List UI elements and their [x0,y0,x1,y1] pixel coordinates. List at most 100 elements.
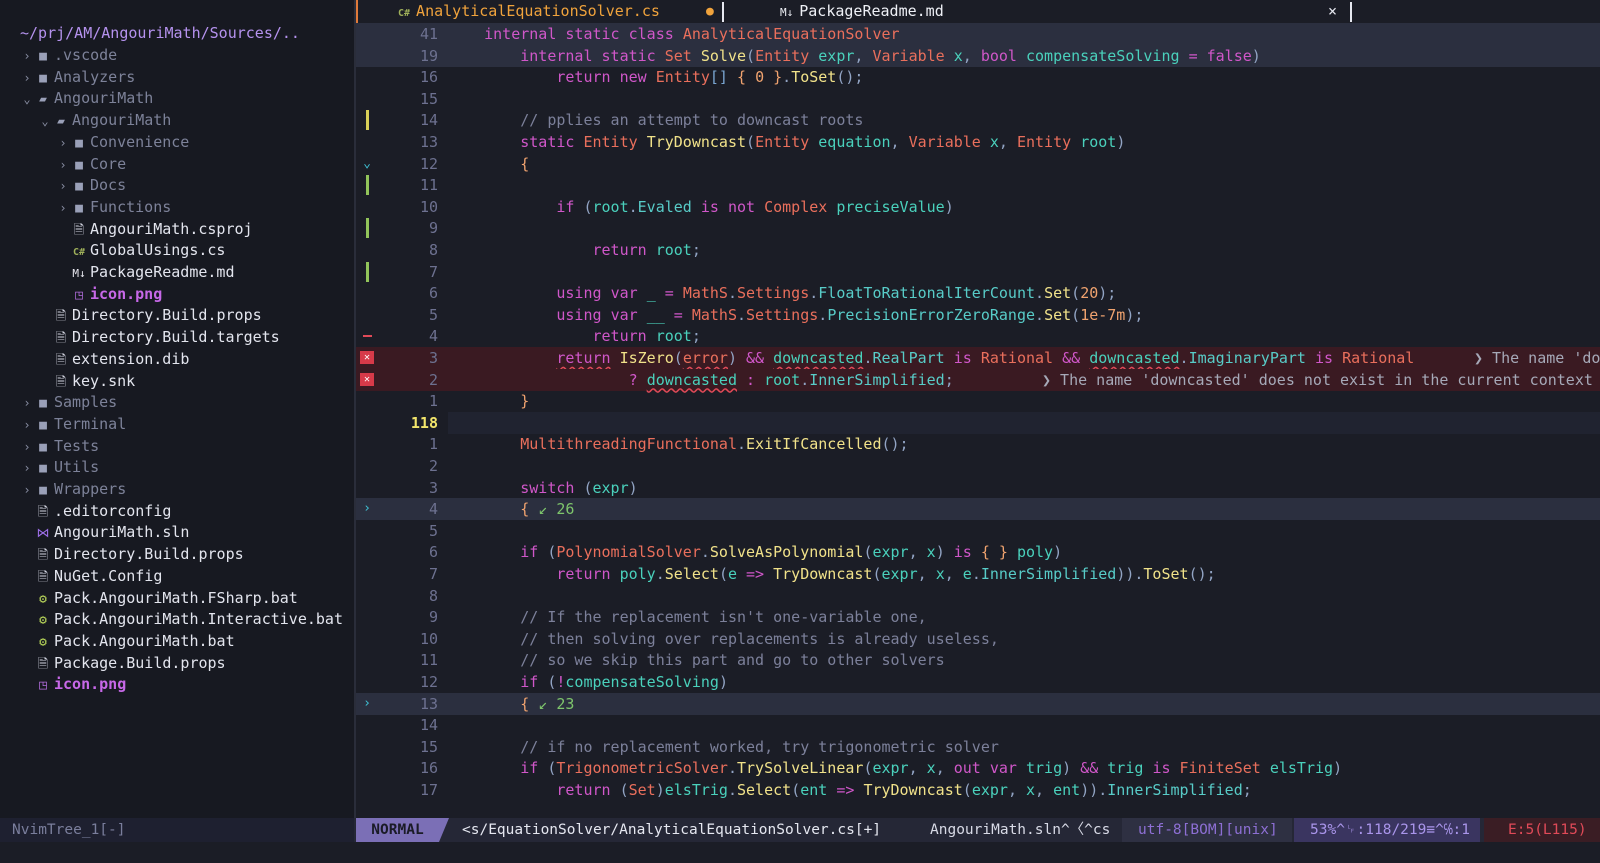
tree-file[interactable]: 🗎 NuGet.Config [0,565,354,587]
tree-folder[interactable]: › ■ Samples [0,391,354,413]
tree-item-label: Convenience [90,132,190,151]
tree-folder[interactable]: › ■ .vscode [0,44,354,66]
tree-file[interactable]: 🗎 Directory.Build.props [0,543,354,565]
tree-file[interactable]: C# GlobalUsings.cs [0,239,354,261]
tree-file[interactable]: M↓ PackageReadme.md [0,261,354,283]
tree-folder[interactable]: › ■ Core [0,153,354,175]
code-token: ; [691,327,701,346]
code-line[interactable]: 13 static Entity TryDowncast(Entity equa… [356,131,1600,153]
code-line[interactable]: 5 [356,520,1600,542]
code-line[interactable]: 16 if (TrigonometricSolver.TrySolveLinea… [356,757,1600,779]
tree-folder[interactable]: › ■ Terminal [0,413,354,435]
line-number: 12 [419,154,438,173]
tree-file[interactable]: ◳ icon.png [0,283,354,305]
code-line[interactable]: 8 [356,585,1600,607]
tree-folder[interactable]: › ■ Tests [0,435,354,457]
tree-folder[interactable]: › ■ Analyzers [0,66,354,88]
code-line[interactable]: 14 // pplies an attempt to downcast root… [356,109,1600,131]
code-line[interactable]: 1 } [356,390,1600,412]
code-line[interactable]: 118 [356,411,1600,434]
code-token: . [1179,349,1189,367]
tree-file[interactable]: ⚙ Pack.AngouriMath.Interactive.bat [0,608,354,630]
code-token: ; [691,241,701,259]
tree-file[interactable]: 🗎 extension.dib [0,348,354,370]
tree-file[interactable]: ⚙ Pack.AngouriMath.FSharp.bat [0,587,354,609]
code-token: . [1035,284,1045,303]
code-token: ( [673,349,683,367]
status-line: NvimTree_1[-] NORMAL <s/EquationSolver/A… [0,818,1600,842]
code-area: // so we skip this part and go to other … [448,649,1600,671]
tree-folder[interactable]: ⌄ ▰ AngouriMath [0,87,354,109]
tree-root-path: ~/prj/AM/AngouriMath/Sources/.. [20,24,300,42]
tree-file[interactable]: 🗎 Directory.Build.targets [0,326,354,348]
code-line[interactable]: 4 return root; [356,325,1600,347]
close-icon[interactable]: × [1328,0,1337,23]
tree-file[interactable]: 🗎 key.snk [0,370,354,392]
code-line[interactable]: 7 return poly.Select(e => TryDowncast(ex… [356,563,1600,585]
tree-item-label: Wrappers [54,480,127,498]
chevron-right-icon: › [59,200,67,215]
code-line[interactable]: 9 // If the replacement isn't one-variab… [356,606,1600,628]
code-line[interactable]: 15 [356,88,1600,110]
code-line[interactable]: 2 [356,455,1600,477]
code-line[interactable]: 10 if (root.Evaled is not Complex precis… [356,196,1600,218]
tab-package-readme[interactable]: M↓ PackageReadme.md × [722,0,1352,23]
code-line[interactable]: 5 using var __ = MathS.Settings.Precisio… [356,304,1600,326]
code-line[interactable]: ✕ 3 return IsZero(error) && downcasted. Re… [356,347,1600,369]
tree-file[interactable]: ⋈ AngouriMath.sln [0,521,354,543]
code-line[interactable]: 17 return (Set)elsTrig.Select(ent => Try… [356,779,1600,801]
code-line[interactable]: ✕ 2 ? downcasted : root.InnerSimplified; ❯… [356,368,1600,391]
code-line[interactable]: 8 return root; [356,239,1600,261]
code-token: Set [664,46,692,65]
code-line[interactable]: 6 if (PolynomialSolver.SolveAsPolynomial… [356,541,1600,563]
tree-file[interactable]: 🗎 .editorconfig [0,500,354,522]
error-sign-icon[interactable]: ✕ [360,372,374,386]
tree-file[interactable]: 🗎 Directory.Build.props [0,304,354,326]
tree-file[interactable]: 🗎 AngouriMath.csproj [0,218,354,240]
code-line[interactable]: 19 internal static Set Solve(Entity expr… [356,44,1600,67]
tree-folder[interactable]: › ■ Wrappers [0,478,354,500]
code-area: ? downcasted : root.InnerSimplified; ❯ Th… [448,369,1600,391]
code-token: ↙ 23 [538,694,575,713]
code-line[interactable]: 10 // then solving over replacements is … [356,628,1600,650]
file-tree[interactable]: ~/prj/AM/AngouriMath/Sources/.. › ■ .vscod… [0,0,354,818]
code-line[interactable]: 11 // so we skip this part and go to oth… [356,649,1600,671]
code-area: { ↙ 23 [448,693,1600,715]
code-line[interactable]: 9 [356,217,1600,239]
code-text: ? downcasted : root.InnerSimplified; [448,369,954,391]
code-line[interactable]: 12 if (!compensateSolving) [356,671,1600,693]
line-number: 10 [419,629,438,648]
tree-file[interactable]: ◳ icon.png [0,673,354,695]
code-line[interactable]: 7 [356,261,1600,283]
tree-folder[interactable]: › ■ Functions [0,196,354,218]
code-line[interactable]: 1 MultithreadingFunctional.ExitIfCancell… [356,433,1600,455]
code-line[interactable]: 14 [356,714,1600,736]
code-line[interactable]: › 13 { ↙ 23 [356,692,1600,715]
tree-file[interactable]: ⚙ Pack.AngouriMath.bat [0,630,354,652]
code-line[interactable]: 41 internal static class AnalyticalEquat… [356,23,1600,45]
code-line[interactable]: 3 switch (expr) [356,477,1600,499]
tree-folder[interactable]: › ■ Convenience [0,131,354,153]
tree-folder[interactable]: ⌄ ▰ AngouriMath [0,109,354,131]
code-area [448,411,1600,434]
code-editor[interactable]: 41 internal static class AnalyticalEquat… [356,23,1600,818]
tab-analytical-equation-solver[interactable]: C# AnalyticalEquationSolver.cs ● [356,0,722,23]
tree-file[interactable]: 🗎 Package.Build.props [0,652,354,674]
command-line[interactable] [0,842,1600,863]
tree-folder[interactable]: › ■ Utils [0,456,354,478]
tree-folder[interactable]: › ■ Docs [0,174,354,196]
code-line[interactable]: 15 // if no replacement worked, try trig… [356,736,1600,758]
code-line[interactable]: 11 [356,174,1600,196]
code-line[interactable]: 16 return new Entity[] { 0 }.ToSet(); [356,66,1600,88]
code-line[interactable]: › 4 { ↙ 26 [356,498,1600,521]
code-line[interactable]: 6 using var _ = MathS.Settings.FloatToRa… [356,282,1600,304]
code-token: class [628,25,674,43]
error-sign-icon[interactable]: ✕ [360,351,374,364]
code-line[interactable]: ⌄ 12 { [356,153,1600,175]
